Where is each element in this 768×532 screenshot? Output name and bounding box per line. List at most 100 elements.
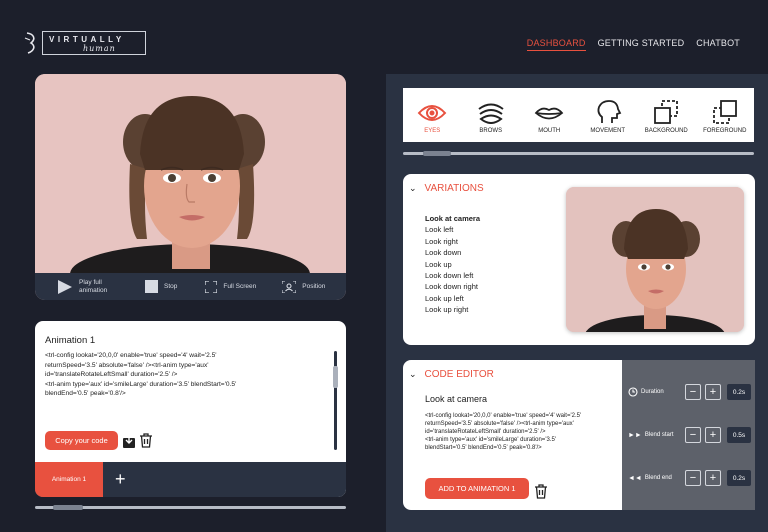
variation-item[interactable]: Look right [425,236,480,247]
blend-start-row: ►► Blend start − + 0.5s [628,425,753,445]
tab-animation-1[interactable]: Animation 1 [35,462,103,497]
logo-word-human: human [83,44,116,53]
logo-mark-icon [24,32,35,54]
position-button[interactable]: Position [282,280,326,293]
mouth-icon [534,107,564,120]
eye-icon [417,105,447,121]
feature-toolbar: EYES BROWS MOUTH MOVEMENT BACKGROUND FOR… [403,88,754,142]
variation-item[interactable]: Look up [425,259,480,270]
feature-brows-label: BROWS [479,128,503,134]
code-editor-subtitle: Look at camera [425,394,488,404]
nav-getting-started[interactable]: GETTING STARTED [598,38,685,51]
code-editor-header[interactable]: ⌄ CODE EDITOR [409,369,494,380]
add-animation-tab-button[interactable]: + [115,470,126,488]
fullscreen-button[interactable]: Full Screen [205,280,257,293]
feature-mouth[interactable]: MOUTH [522,102,576,134]
code-scrollbar-thumb[interactable] [333,366,338,388]
timing-settings-panel: Duration − + 0.2s ►► Blend start − + 0.5… [622,360,755,510]
animation-panel: Animation 1 <trl-config lookat='20,0,0' … [35,321,346,497]
fast-forward-icon: ►► [628,431,642,439]
duration-increment-button[interactable]: + [705,384,721,400]
add-to-animation-button[interactable]: ADD TO ANIMATION 1 [425,478,529,499]
play-icon [58,279,72,294]
feature-foreground[interactable]: FOREGROUND [698,100,752,134]
variation-item[interactable]: Look left [425,224,480,235]
variations-list: Look at camera Look left Look right Look… [425,213,480,316]
head-movement-icon [597,100,622,123]
nav-dashboard[interactable]: DASHBOARD [526,38,586,51]
download-icon[interactable] [123,434,135,448]
preview-avatar-render [566,187,744,332]
feature-background-label: BACKGROUND [644,128,688,134]
feature-scrollbar-thumb[interactable] [423,151,451,156]
duration-label: Duration [641,389,664,395]
code-editor-title: CODE EDITOR [424,369,494,380]
variation-item[interactable]: Look at camera [425,213,480,224]
duration-value: 0.2s [727,384,751,400]
variation-preview [566,187,744,332]
rewind-icon: ◄◄ [628,474,642,482]
animation-code[interactable]: <trl-config lookat='20,0,0' enable='true… [45,351,295,399]
variations-header[interactable]: ⌄ VARIATIONS [409,183,484,194]
blend-end-label: Blend end [644,475,672,481]
left-horizontal-scrollbar[interactable] [35,505,346,510]
variation-item[interactable]: Look down left [425,270,480,281]
variation-item[interactable]: Look up right [425,304,480,315]
blend-start-decrement-button[interactable]: − [685,427,701,443]
blend-end-decrement-button[interactable]: − [685,470,701,486]
feature-foreground-label: FOREGROUND [703,128,747,134]
blend-end-value: 0.2s [727,470,751,486]
brand-logo[interactable]: VIRTUALLY human [24,30,148,56]
feature-movement[interactable]: MOVEMENT [581,100,635,134]
trash-icon[interactable] [139,433,153,448]
foreground-layer-icon [712,100,737,124]
background-layer-icon [654,100,679,124]
feature-movement-label: MOVEMENT [590,128,626,134]
left-scrollbar-thumb[interactable] [53,505,83,510]
play-label: Play full animation [79,278,108,294]
logo-word-virtually: VIRTUALLY [49,35,125,44]
play-full-animation-button[interactable]: Play full animation [57,279,117,295]
feature-eyes-label: EYES [424,128,441,134]
position-label: Position [302,283,326,290]
avatar-render [35,74,346,273]
fullscreen-label: Full Screen [223,283,257,290]
blend-end-increment-button[interactable]: + [705,470,721,486]
blend-start-label: Blend start [644,432,674,438]
fullscreen-icon [205,280,218,293]
feature-scrollbar[interactable] [403,151,754,156]
feature-eyes[interactable]: EYES [405,102,459,134]
chevron-down-icon: ⌄ [409,369,417,379]
variation-item[interactable]: Look up left [425,293,480,304]
chevron-down-icon: ⌄ [409,183,417,193]
brows-icon [478,103,504,124]
code-editor-code[interactable]: <trl-config lookat='20,0,0' enable='true… [425,412,605,452]
variation-item[interactable]: Look down [425,247,480,258]
feature-mouth-label: MOUTH [538,128,561,134]
position-icon [282,280,297,293]
stop-label: Stop [164,283,178,290]
clock-icon [628,387,638,397]
animation-tabs: Animation 1 + [35,462,346,497]
logo-wordmark: VIRTUALLY human [42,31,146,55]
top-nav: DASHBOARD GETTING STARTED CHATBOT [526,38,740,51]
variations-title: VARIATIONS [424,183,484,194]
player-controls: Play full animation Stop Full Screen Pos… [35,273,346,300]
feature-background[interactable]: BACKGROUND [639,100,693,134]
trash-icon[interactable] [534,484,548,499]
feature-brows[interactable]: BROWS [464,102,518,134]
blend-start-increment-button[interactable]: + [705,427,721,443]
duration-decrement-button[interactable]: − [685,384,701,400]
duration-row: Duration − + 0.2s [628,382,753,402]
animation-title: Animation 1 [45,335,96,346]
variation-item[interactable]: Look down right [425,281,480,292]
stop-button[interactable]: Stop [145,280,177,293]
avatar-video-player[interactable]: Play full animation Stop Full Screen Pos… [35,74,346,300]
blend-end-row: ◄◄ Blend end − + 0.2s [628,468,753,488]
code-scrollbar[interactable] [333,351,338,450]
nav-chatbot[interactable]: CHATBOT [696,38,740,51]
variations-panel: ⌄ VARIATIONS Look at camera Look left Lo… [403,174,755,345]
copy-code-button[interactable]: Copy your code [45,431,118,450]
blend-start-value: 0.5s [727,427,751,443]
stop-icon [145,280,158,293]
